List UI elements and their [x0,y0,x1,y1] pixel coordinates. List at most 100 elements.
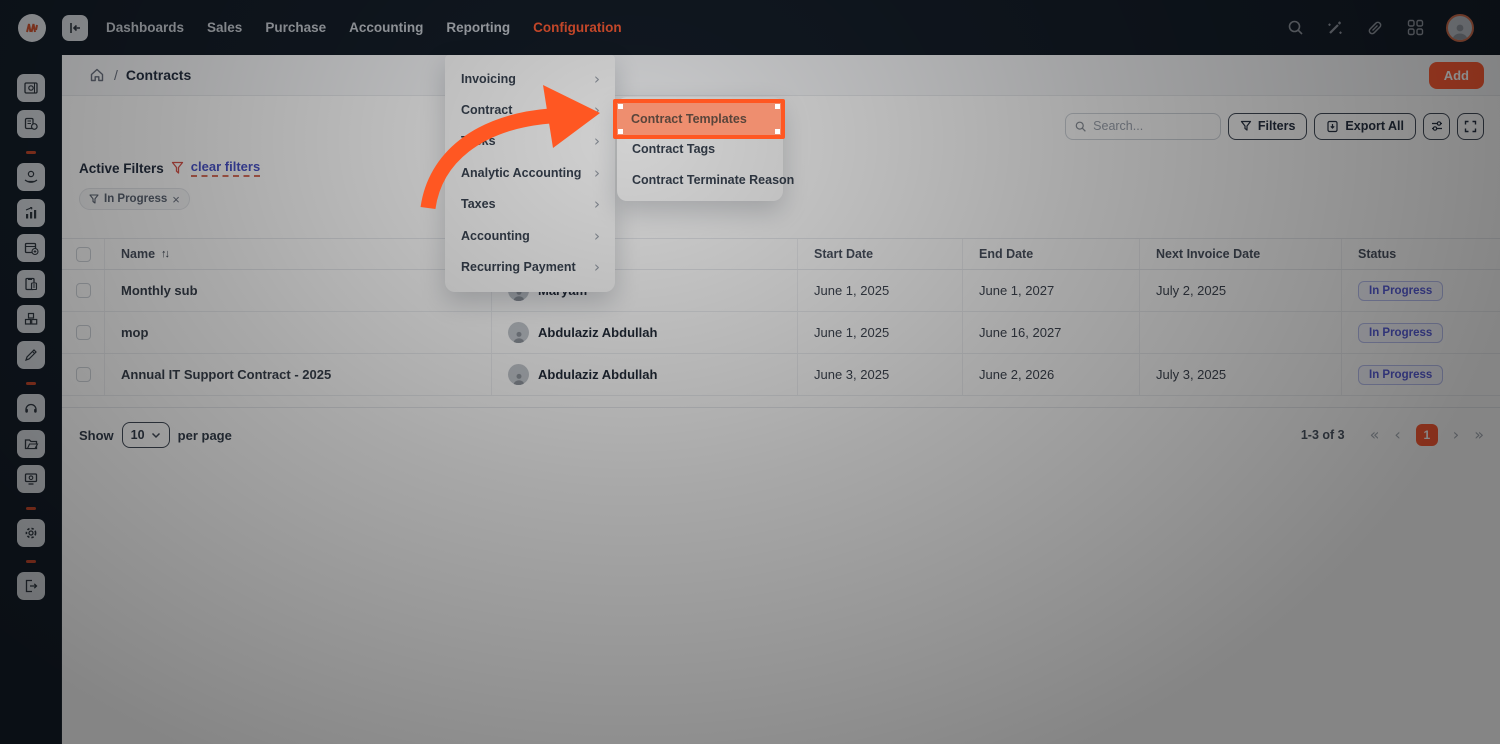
home-icon[interactable] [89,67,105,83]
chevron-right-icon: › [594,101,600,119]
submenu-item-contract-templates[interactable]: Contract Templates [617,102,783,133]
pen-tool-icon[interactable] [17,341,45,369]
menu-configuration[interactable]: Configuration [533,20,621,35]
menu-item-invoicing[interactable]: Invoicing› [445,63,615,94]
apps-grid-icon[interactable] [1406,19,1424,37]
collapse-sidebar-button[interactable] [62,15,88,41]
export-all-button[interactable]: Export All [1314,113,1416,140]
active-filters-row: Active Filters clear filters [79,159,260,177]
chevron-down-icon [151,432,161,439]
sidebar-separator [26,507,36,510]
row-checkbox[interactable] [76,325,91,340]
menu-purchase[interactable]: Purchase [265,20,326,35]
calculator-coin-icon[interactable] [17,110,45,138]
last-page-button[interactable]: » [1474,427,1484,443]
sidebar-separator [26,382,36,385]
menu-item-analytic-accounting[interactable]: Analytic Accounting› [445,157,615,188]
menu-sales[interactable]: Sales [207,20,242,35]
breadcrumb-current: Contracts [126,67,191,83]
magic-wand-icon[interactable] [1326,19,1344,37]
menu-item-contract[interactable]: Contract› [445,94,615,125]
app-sidebar [0,55,62,744]
chevron-right-icon: › [594,164,600,182]
avatar [508,364,529,385]
folder-open-icon[interactable] [17,430,45,458]
boxes-icon[interactable] [17,305,45,333]
cash-book-icon[interactable] [17,74,45,102]
cell-end-date: June 2, 2026 [963,354,1140,395]
cell-partner: Abdulaziz Abdullah [492,312,798,353]
active-filters-title: Active Filters [79,161,164,176]
chevron-right-icon: › [594,132,600,150]
cell-end-date: June 16, 2027 [963,312,1140,353]
select-all-checkbox[interactable] [76,247,91,262]
show-label: Show [79,428,114,443]
table-row[interactable]: mop Abdulaziz Abdullah June 1, 2025 June… [62,312,1500,354]
page-size-select[interactable]: 10 [122,422,170,448]
headset-icon[interactable] [17,394,45,422]
menu-reporting[interactable]: Reporting [446,20,510,35]
clear-filter-funnel-icon [171,161,184,175]
clipboard-calc-icon[interactable] [17,270,45,298]
sort-icon[interactable]: ↑↓ [161,248,168,260]
row-checkbox[interactable] [76,283,91,298]
hand-coin-icon[interactable] [17,163,45,191]
search-input[interactable] [1093,119,1211,133]
topbar: Dashboards Sales Purchase Accounting Rep… [0,0,1500,55]
cell-name: mop [105,312,492,353]
fullscreen-button[interactable] [1457,113,1484,140]
cell-status: In Progress [1342,354,1500,395]
cell-start-date: June 1, 2025 [798,270,963,311]
header-name: Name ↑↓ [105,239,492,269]
prev-page-button[interactable]: ‹ [1394,427,1400,443]
current-page-button[interactable]: 1 [1416,424,1438,446]
breadcrumb-separator: / [114,67,118,83]
fullscreen-icon [1464,120,1477,133]
column-settings-button[interactable] [1423,113,1450,140]
app-window: Dashboards Sales Purchase Accounting Rep… [0,0,1500,744]
header-next-invoice-date: Next Invoice Date [1140,239,1342,269]
search-input-wrap [1065,113,1221,140]
add-button[interactable]: Add [1429,62,1484,89]
settings-gear-icon[interactable] [17,519,45,547]
first-page-button[interactable]: « [1370,427,1380,443]
monitor-icon[interactable] [17,465,45,493]
header-status: Status [1342,239,1500,269]
submenu-item-contract-tags[interactable]: Contract Tags [617,133,783,164]
cell-start-date: June 1, 2025 [798,312,963,353]
table-header-row: Name ↑↓ Start Date End Date Next Invoice… [62,238,1500,270]
clear-filters-link[interactable]: clear filters [191,159,260,177]
filter-chip-in-progress[interactable]: In Progress × [79,188,190,210]
export-icon [1326,120,1339,133]
package-add-icon[interactable] [17,234,45,262]
row-checkbox[interactable] [76,367,91,382]
cell-next-invoice-date: July 2, 2025 [1140,270,1342,311]
header-end-date: End Date [963,239,1140,269]
menu-item-accounting[interactable]: Accounting› [445,220,615,251]
table-row[interactable]: Annual IT Support Contract - 2025 Abdula… [62,354,1500,396]
menu-dashboards[interactable]: Dashboards [106,20,184,35]
menu-accounting[interactable]: Accounting [349,20,423,35]
filter-funnel-icon [89,194,99,205]
menu-item-taxes[interactable]: Taxes› [445,189,615,220]
chevron-right-icon: › [594,258,600,276]
submenu-item-contract-terminate-reason[interactable]: Contract Terminate Reason [617,164,783,195]
chevron-right-icon: › [594,70,600,88]
search-icon[interactable] [1286,19,1304,37]
menu-item-tasks[interactable]: Tasks› [445,126,615,157]
chip-label: In Progress [104,193,167,205]
main-menu: Dashboards Sales Purchase Accounting Rep… [106,20,622,35]
next-page-button[interactable]: › [1453,427,1459,443]
paperclip-icon[interactable] [1366,19,1384,37]
person-silhouette-icon [1450,22,1470,40]
filters-button[interactable]: Filters [1228,113,1308,140]
collapse-sidebar-icon [68,21,82,35]
chip-close-icon[interactable]: × [172,193,180,206]
bar-chart-icon[interactable] [17,199,45,227]
menu-item-recurring-payment[interactable]: Recurring Payment› [445,251,615,282]
configuration-dropdown: Invoicing› Contract› Tasks› Analytic Acc… [445,55,615,292]
app-logo[interactable] [18,14,46,42]
user-avatar[interactable] [1446,14,1474,42]
table-row[interactable]: Monthly sub Maryam June 1, 2025 June 1, … [62,270,1500,312]
logout-icon[interactable] [17,572,45,600]
